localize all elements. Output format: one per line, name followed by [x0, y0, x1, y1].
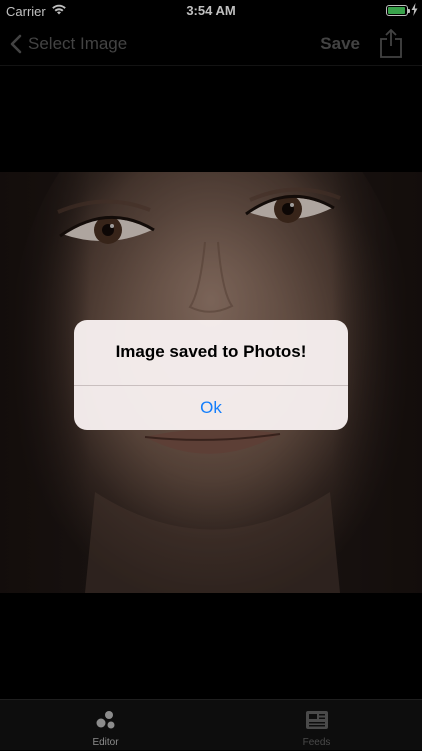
- tab-editor-label: Editor: [92, 737, 119, 748]
- alert-title: Image saved to Photos!: [115, 342, 307, 361]
- tab-bar: Editor Feeds: [0, 699, 422, 750]
- tab-feeds-label: Feeds: [302, 737, 331, 748]
- newspaper-icon: [305, 711, 328, 729]
- tab-feeds[interactable]: Feeds: [211, 700, 422, 751]
- ok-button[interactable]: Ok: [74, 386, 348, 430]
- bubbles-icon: [96, 711, 114, 729]
- tab-editor[interactable]: Editor: [0, 700, 211, 751]
- alert-dialog: Image saved to Photos! Ok: [74, 320, 348, 430]
